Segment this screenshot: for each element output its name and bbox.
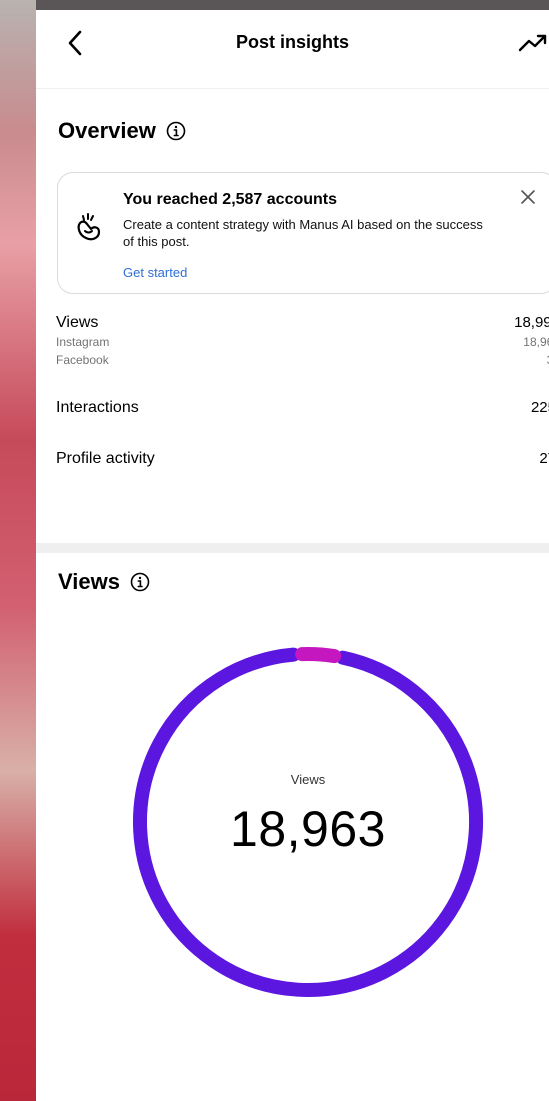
trend-button[interactable] bbox=[518, 30, 548, 56]
views-label: Views bbox=[56, 314, 99, 331]
card-title: You reached 2,587 accounts bbox=[123, 191, 338, 208]
header: Post insights bbox=[36, 10, 549, 89]
overview-heading: Overview bbox=[58, 118, 186, 144]
section-divider bbox=[36, 543, 549, 553]
views-heading: Views bbox=[58, 569, 150, 595]
donut-center-label: Views bbox=[290, 772, 326, 787]
instagram-value: 18,963 bbox=[523, 335, 549, 349]
page-title: Post insights bbox=[235, 32, 349, 52]
profile-activity-label[interactable]: Profile activity bbox=[56, 450, 155, 468]
facebook-label: Facebook bbox=[56, 353, 109, 367]
views-section-title: Views bbox=[58, 569, 120, 594]
manus-ai-icon bbox=[77, 213, 101, 241]
info-icon[interactable] bbox=[130, 572, 150, 592]
profile-activity-value: 27 bbox=[539, 450, 549, 467]
status-strip bbox=[0, 0, 549, 10]
background-photo-edge bbox=[0, 0, 36, 1101]
overview-title: Overview bbox=[58, 118, 156, 143]
donut-center-value: 18,963 bbox=[230, 801, 386, 857]
interactions-label[interactable]: Interactions bbox=[56, 399, 139, 417]
get-started-link[interactable]: Get started bbox=[123, 265, 187, 280]
reach-suggestion-card: You reached 2,587 accounts Create a cont… bbox=[57, 172, 549, 294]
card-description: Create a content strategy with Manus AI … bbox=[123, 217, 483, 249]
post-insights-panel: Post insights Overview You reached 2,587… bbox=[36, 10, 549, 1101]
donut-slice-facebook bbox=[295, 647, 342, 664]
info-icon[interactable] bbox=[166, 121, 186, 141]
views-value: 18,997 bbox=[514, 314, 549, 331]
close-icon[interactable] bbox=[518, 187, 538, 207]
instagram-label: Instagram bbox=[56, 335, 110, 349]
interactions-value: 225 bbox=[530, 399, 549, 416]
trending-up-icon bbox=[518, 34, 547, 52]
facebook-value: 34 bbox=[480, 353, 549, 367]
